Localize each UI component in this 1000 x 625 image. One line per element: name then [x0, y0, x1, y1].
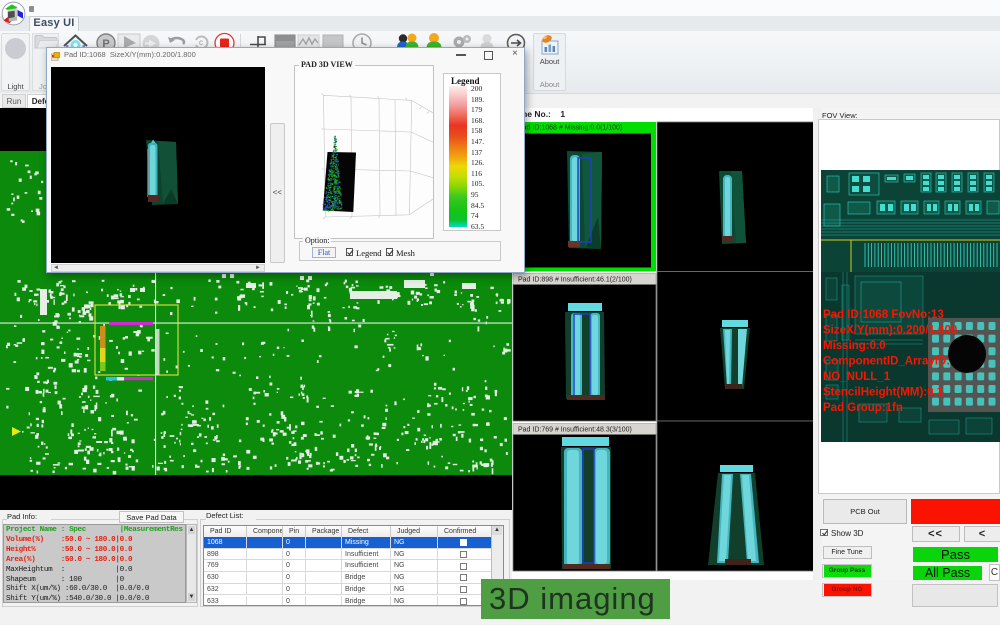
svg-text:StencilHeight(MM):0.1: StencilHeight(MM):0.1	[823, 387, 944, 399]
svg-text:SizeX/Y(mm):0.200/1.600: SizeX/Y(mm):0.200/1.600	[823, 325, 957, 337]
svg-text:Missing:0.0: Missing:0.0	[823, 340, 886, 352]
svg-text:Pad ID:769 # Insufficient:48.3: Pad ID:769 # Insufficient:48.3(3/100)	[518, 427, 632, 434]
svg-text:NO_NULL_1: NO_NULL_1	[823, 371, 891, 383]
svg-text:Pad ID:898 # Insufficient:46.1: Pad ID:898 # Insufficient:46.1(2/100)	[518, 277, 632, 284]
svg-text:c: c	[199, 38, 203, 47]
svg-text:Pad ID:1068 # Missing:0.0(1/10: Pad ID:1068 # Missing:0.0(1/100)	[518, 125, 622, 132]
svg-text:Pad ID:1068 FovNo:13: Pad ID:1068 FovNo:13	[823, 309, 944, 321]
svg-text:Pad Group:1fn: Pad Group:1fn	[823, 402, 903, 414]
svg-text:ComponentID_ArrayID:: ComponentID_ArrayID:	[823, 356, 950, 368]
